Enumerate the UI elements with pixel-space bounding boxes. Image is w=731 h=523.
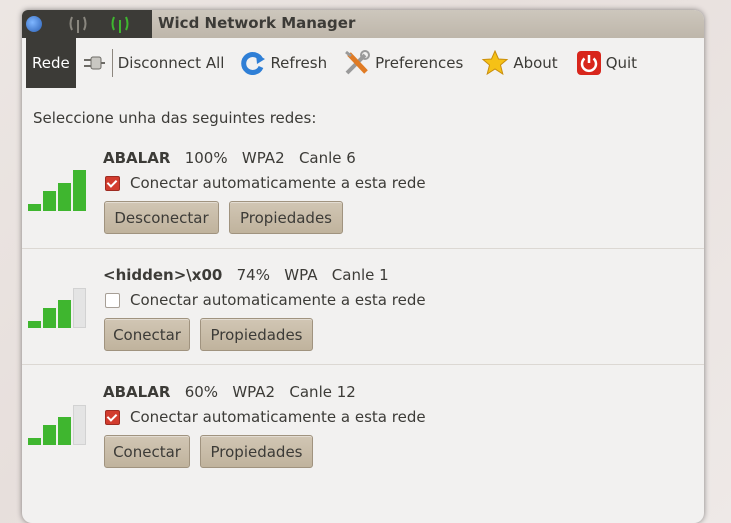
refresh-button[interactable]: Refresh bbox=[234, 38, 333, 88]
network-entry: <hidden>\x00 74% WPA Canle 1 Conectar au… bbox=[22, 257, 704, 373]
refresh-icon bbox=[241, 52, 266, 75]
network-info: ABALAR 100% WPA2 Canle 6 bbox=[103, 149, 356, 167]
network-security: WPA bbox=[284, 266, 318, 284]
network-info: ABALAR 60% WPA2 Canle 12 bbox=[103, 383, 356, 401]
auto-connect-checkbox[interactable]: Conectar automaticamente a esta rede bbox=[105, 174, 426, 192]
signal-strength-icon bbox=[28, 170, 86, 211]
preferences-button[interactable]: Preferences bbox=[337, 38, 469, 88]
preferences-label: Preferences bbox=[375, 54, 464, 72]
properties-button[interactable]: Propiedades bbox=[229, 201, 343, 234]
title-bar: Wicd Network Manager bbox=[22, 10, 704, 39]
network-strength: 60% bbox=[184, 383, 219, 401]
disconnect-all-label: Disconnect All bbox=[117, 54, 225, 72]
properties-button[interactable]: Propiedades bbox=[200, 435, 313, 468]
plug-icon bbox=[83, 56, 105, 70]
auto-connect-label: Conectar automaticamente a esta rede bbox=[130, 174, 426, 192]
network-entry: ABALAR 60% WPA2 Canle 12 Conectar automa… bbox=[22, 374, 704, 490]
network-security: WPA2 bbox=[232, 383, 276, 401]
quit-button[interactable]: Quit bbox=[570, 38, 643, 88]
preferences-tools-icon bbox=[345, 50, 371, 75]
signal-strength-icon bbox=[28, 288, 86, 328]
checkbox-unchecked[interactable] bbox=[105, 292, 120, 308]
connect-button[interactable]: Conectar bbox=[104, 435, 190, 468]
toolbar: Rede Disconnect All Refresh Preferences … bbox=[22, 38, 704, 88]
wicd-tray-icon[interactable] bbox=[26, 16, 42, 32]
connect-button[interactable]: Conectar bbox=[104, 318, 190, 351]
about-label: About bbox=[513, 54, 558, 72]
auto-connect-label: Conectar automaticamente a esta rede bbox=[130, 408, 426, 426]
network-channel: Canle 6 bbox=[298, 149, 356, 167]
network-entry: ABALAR 100% WPA2 Canle 6 Conectar automa… bbox=[22, 140, 704, 256]
auto-connect-checkbox[interactable]: Conectar automaticamente a esta rede bbox=[105, 291, 426, 309]
auto-connect-checkbox[interactable]: Conectar automaticamente a esta rede bbox=[105, 408, 426, 426]
divider bbox=[22, 248, 704, 249]
network-channel: Canle 12 bbox=[289, 383, 356, 401]
quit-label: Quit bbox=[605, 54, 638, 72]
network-strength: 74% bbox=[236, 266, 270, 284]
divider bbox=[22, 364, 704, 365]
wireless-antenna-icon[interactable] bbox=[110, 14, 130, 34]
rede-button[interactable]: Rede bbox=[26, 38, 76, 88]
network-ssid: ABALAR bbox=[103, 383, 171, 401]
wicd-window: Wicd Network Manager Rede Disconnect All… bbox=[22, 10, 704, 523]
properties-button[interactable]: Propiedades bbox=[200, 318, 313, 351]
network-info: <hidden>\x00 74% WPA Canle 1 bbox=[103, 266, 389, 284]
auto-connect-label: Conectar automaticamente a esta rede bbox=[130, 291, 426, 309]
network-strength: 100% bbox=[184, 149, 228, 167]
signal-strength-icon bbox=[28, 405, 86, 445]
network-list-heading: Seleccione unha das seguintes redes: bbox=[33, 109, 317, 127]
system-tray bbox=[22, 10, 152, 38]
network-security: WPA2 bbox=[241, 149, 285, 167]
power-icon bbox=[576, 51, 601, 75]
disconnect-all-button[interactable]: Disconnect All bbox=[76, 38, 229, 88]
refresh-label: Refresh bbox=[270, 54, 328, 72]
disconnect-button[interactable]: Desconectar bbox=[104, 201, 219, 234]
network-channel: Canle 1 bbox=[331, 266, 389, 284]
checkbox-checked[interactable] bbox=[105, 409, 120, 425]
star-icon bbox=[482, 50, 509, 76]
about-button[interactable]: About bbox=[475, 38, 563, 88]
checkbox-checked[interactable] bbox=[105, 175, 120, 191]
wired-antenna-icon[interactable] bbox=[68, 14, 88, 34]
rede-label: Rede bbox=[32, 54, 70, 72]
network-ssid: ABALAR bbox=[103, 149, 171, 167]
window-title: Wicd Network Manager bbox=[158, 14, 356, 32]
network-ssid: <hidden>\x00 bbox=[103, 266, 223, 284]
toolbar-separator bbox=[111, 49, 113, 77]
